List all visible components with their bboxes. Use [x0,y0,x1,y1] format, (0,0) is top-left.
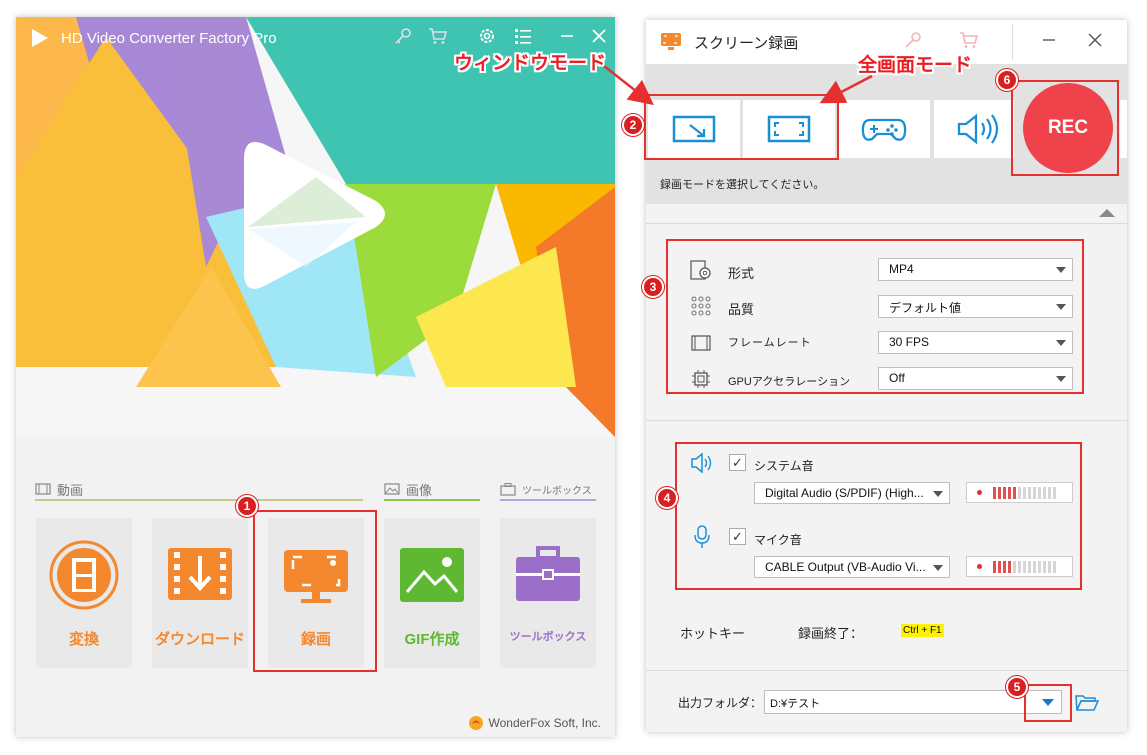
highlight-rec-button [1011,80,1119,176]
game-mode-button[interactable] [838,100,930,158]
hotkey-stop-label: 録画終了： [798,626,864,641]
hero-banner [16,17,615,437]
convert-film-icon [49,540,119,610]
section-divider [646,670,1127,671]
download-icon [168,548,232,600]
highlight-output-dropdown [1024,684,1072,722]
key-icon[interactable] [393,26,413,46]
tile-gif[interactable]: GIF作成 [384,518,480,668]
wonderfox-logo-icon [468,716,483,730]
output-folder-label: 出力フォルダ： [678,696,763,710]
highlight-video-settings [666,239,1084,394]
highlight-audio-settings [675,442,1082,590]
step-badge-1: 1 [236,495,258,517]
minimize-icon[interactable] [557,26,577,46]
titlebar-separator [1012,24,1013,60]
film-strip-icon [35,483,51,495]
audio-only-icon [957,113,999,145]
app-logo-icon [32,29,48,47]
category-toolbox-divider [500,499,596,501]
hotkey-stop-value[interactable]: Ctrl + F1 [901,624,944,637]
tile-convert[interactable]: 変換 [36,518,132,668]
toolbox-small-icon [500,483,516,496]
callout-fullscreen-mode: 全画面モード [858,55,973,76]
mode-strip-edge [1120,100,1127,158]
category-toolbox-label: ツールボックス [522,485,592,497]
section-divider [646,223,1127,224]
toolbox-icon [516,546,580,601]
step-badge-3: 3 [642,276,664,298]
recorder-title: スクリーン録画 [694,35,799,52]
tile-toolbox[interactable]: ツールボックス [500,518,596,668]
close-icon[interactable] [589,26,609,46]
gif-image-icon [400,548,464,602]
category-image-label: 画像 [406,482,433,498]
open-folder-icon[interactable] [1075,693,1099,713]
category-video-label: 動画 [57,482,84,498]
game-mode-icon [861,118,907,141]
collapse-arrow-icon[interactable] [1099,209,1115,217]
mode-hint: 録画モードを選択してください。 [660,179,825,191]
minimize-icon[interactable] [1039,30,1059,50]
key-icon[interactable] [903,30,923,50]
app-title: HD Video Converter Factory Pro [61,30,277,47]
menu-list-icon[interactable] [513,26,533,46]
highlight-record-tile [253,510,377,672]
category-image-divider [384,499,480,501]
footer-company: WonderFox Soft, Inc. [488,716,602,730]
section-divider [646,420,1127,421]
tile-convert-label: 変換 [68,631,99,648]
cart-icon[interactable] [428,26,448,46]
close-icon[interactable] [1085,30,1105,50]
footer-brand: WonderFox Soft, Inc. [468,715,602,731]
callout-window-mode: ウィンドウモード [454,53,607,74]
tile-download[interactable]: ダウンロード [152,518,248,668]
step-badge-6: 6 [996,69,1018,91]
tile-download-label: ダウンロード [154,631,245,648]
step-badge-2: 2 [622,114,644,136]
category-video: 動画 [35,477,83,501]
step-badge-5: 5 [1006,676,1028,698]
category-video-divider [35,499,363,501]
highlight-mode-buttons [644,94,839,160]
tile-gif-label: GIF作成 [404,631,460,648]
tile-toolbox-label: ツールボックス [509,631,587,643]
category-image: 画像 [384,477,432,501]
cart-icon[interactable] [959,30,979,50]
hotkey-label: ホットキー [680,626,746,641]
picture-icon [384,483,400,495]
audio-only-button[interactable] [934,100,1014,158]
recorder-app-icon [661,33,681,50]
step-badge-4: 4 [656,487,678,509]
category-toolbox: ツールボックス [500,477,592,501]
settings-gear-icon[interactable] [477,26,497,46]
